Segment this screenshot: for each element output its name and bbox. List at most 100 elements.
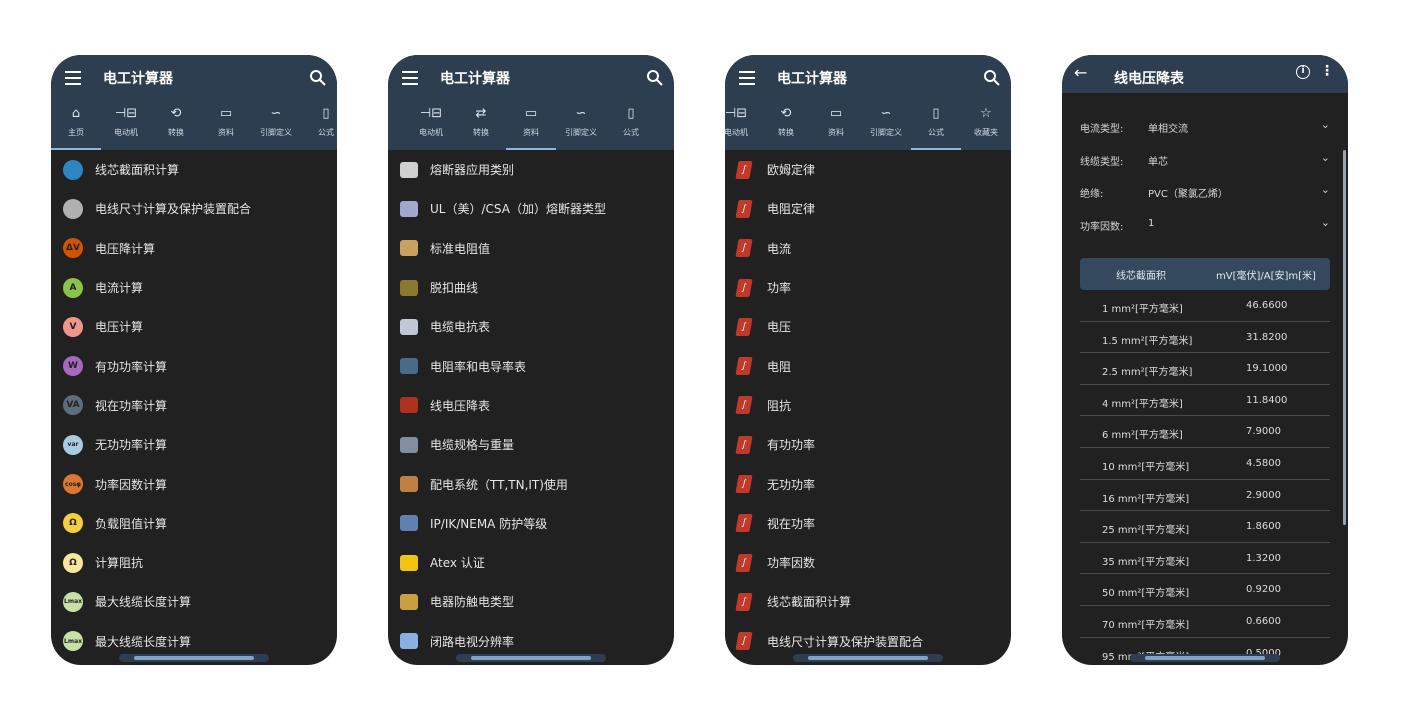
tab-pinout[interactable]: ∽ 引脚定义 [251, 100, 301, 150]
list-item[interactable]: var 无功功率计算 [51, 425, 337, 464]
list-item[interactable]: A 电流计算 [51, 268, 337, 307]
list-item[interactable]: UL（美）/CSA（加）熔断器类型 [388, 189, 674, 228]
list-item[interactable]: ∫ 功率因数 [725, 543, 1011, 582]
calc-icon [63, 159, 83, 180]
list-item[interactable]: Atex 认证 [388, 543, 674, 582]
list-item[interactable]: IP/IK/NEMA 防护等级 [388, 504, 674, 543]
field-value: 单芯 [1148, 156, 1168, 168]
formula-book-icon: ∫ [735, 199, 753, 218]
list-item[interactable]: W 有功功率计算 [51, 346, 337, 385]
cell-drop: 2.9000 [1246, 489, 1281, 501]
list-item-label: 电压降计算 [95, 241, 156, 256]
list-item[interactable]: ∫ 欧姆定律 [725, 150, 1011, 189]
list-item[interactable]: VA 视在功率计算 [51, 386, 337, 425]
formula-book-icon: ∫ [735, 435, 753, 454]
tab-home[interactable]: ⌂ 主页 [51, 100, 101, 150]
list-item[interactable]: 电器防触电类型 [388, 582, 674, 621]
list-item[interactable]: 标准电阻值 [388, 229, 674, 268]
chevron-down-icon: ⌄ [1320, 150, 1330, 164]
list-item-label: 标准电阻值 [430, 241, 491, 256]
list-item[interactable]: ∫ 电阻 [725, 346, 1011, 385]
book-icon: ▯ [932, 106, 940, 121]
field-label: 线缆类型: [1080, 156, 1124, 168]
list-item[interactable]: ∫ 电流 [725, 229, 1011, 268]
select-field[interactable]: 绝缘: PVC（聚氯乙烯） ⌄ [1080, 182, 1330, 202]
tab-motor[interactable]: ⊣⊟ 电动机 [101, 100, 151, 150]
list-item[interactable]: ∫ 无功功率 [725, 464, 1011, 503]
tab-convert[interactable]: ⟲ 转换 [151, 100, 201, 150]
tab-pinout[interactable]: ∽ 引脚定义 [861, 100, 911, 150]
calc-icon: V [63, 316, 83, 337]
tab-formula[interactable]: ▯ 公式 [301, 100, 337, 150]
tab-data[interactable]: ▭ 资料 [811, 100, 861, 150]
cell-area: 10 mm²[平方毫米] [1102, 462, 1190, 473]
list-item[interactable]: V 电压计算 [51, 307, 337, 346]
list-item[interactable]: ∫ 功率 [725, 268, 1011, 307]
more-vert-icon[interactable]: ⋮ [1320, 64, 1334, 78]
list-item[interactable]: 线电压降表 [388, 386, 674, 425]
list-item-label: 电阻 [767, 359, 792, 374]
tab-formula[interactable]: ▯ 公式 [911, 100, 961, 150]
list-item[interactable]: 脱扣曲线 [388, 268, 674, 307]
formula-book-icon: ∫ [735, 553, 753, 572]
info-icon[interactable]: i [1296, 65, 1310, 79]
tab-bar: ⊣⊟ 电动机 ⟲ 转换 ▭ 资料 ∽ 引脚定义 ▯ 公式 ☆ 收藏夹 [725, 100, 1011, 150]
scrollbar[interactable] [1343, 150, 1346, 525]
app-bar: 电工计算器 ⊣⊟ 电动机 ⇄ 转换 ▭ 资料 ∽ 引脚定义 ▯ 公式 [388, 55, 674, 150]
menu-icon[interactable] [739, 71, 755, 85]
list-item[interactable]: 电缆规格与重量 [388, 425, 674, 464]
calc-icon: ΔV [63, 238, 83, 259]
distribution-icon [400, 476, 418, 493]
select-field[interactable]: 功率因数: 1 ⌄ [1080, 215, 1330, 235]
list-item[interactable]: Lmax 最大线缆长度计算 [51, 582, 337, 621]
list-item[interactable]: 配电系统（TT,TN,IT)使用 [388, 464, 674, 503]
convert-icon: ⟲ [170, 106, 182, 121]
cell-area: 1 mm²[平方毫米] [1102, 304, 1183, 315]
cell-area: 6 mm²[平方毫米] [1102, 430, 1183, 442]
list-item[interactable]: Ω 负载阻值计算 [51, 504, 337, 543]
list-item-label: 最大线缆长度计算 [95, 595, 192, 610]
list-item[interactable]: 线芯截面积计算 [51, 150, 337, 189]
list-item-label: 无功功率 [767, 477, 816, 492]
cell-area: 16 mm²[平方毫米] [1102, 493, 1190, 505]
tab-convert[interactable]: ⇄ 转换 [456, 100, 506, 150]
tab-favorites[interactable]: ☆ 收藏夹 [961, 100, 1011, 150]
list-item-label: 脱扣曲线 [430, 281, 479, 296]
list-item-label: 线芯截面积计算 [95, 163, 180, 178]
list-item-label: 熔断器应用类别 [430, 163, 515, 178]
menu-icon[interactable] [402, 71, 418, 85]
list-item[interactable]: 电阻率和电导率表 [388, 346, 674, 385]
tab-motor[interactable]: ⊣⊟ 电动机 [725, 100, 761, 150]
back-arrow-icon[interactable]: ← [1074, 63, 1087, 82]
search-icon[interactable] [309, 69, 327, 87]
list-item[interactable]: ∫ 电阻定律 [725, 189, 1011, 228]
tab-data[interactable]: ▭ 资料 [201, 100, 251, 150]
list-item-label: 阻抗 [767, 398, 792, 413]
list-item[interactable]: ∫ 电压 [725, 307, 1011, 346]
table-row: 10 mm²[平方毫米] 4.5800 [1080, 448, 1330, 480]
menu-icon[interactable] [65, 71, 81, 85]
cell-area: 4 mm²[平方毫米] [1102, 398, 1183, 410]
list-item[interactable]: ∫ 视在功率 [725, 504, 1011, 543]
list-item[interactable]: ΔV 电压降计算 [51, 229, 337, 268]
tab-motor[interactable]: ⊣⊟ 电动机 [406, 100, 456, 150]
tab-data[interactable]: ▭ 资料 [506, 100, 556, 150]
list-item[interactable]: 电缆电抗表 [388, 307, 674, 346]
list-item[interactable]: ∫ 线芯截面积计算 [725, 582, 1011, 621]
select-field[interactable]: 线缆类型: 单芯 ⌄ [1080, 150, 1330, 170]
select-field[interactable]: 电流类型: 单相交流 ⌄ [1080, 117, 1330, 137]
tab-formula[interactable]: ▯ 公式 [606, 100, 656, 150]
wave-icon: ∽ [880, 106, 892, 121]
tab-convert[interactable]: ⟲ 转换 [761, 100, 811, 150]
tab-pinout[interactable]: ∽ 引脚定义 [556, 100, 606, 150]
list-item[interactable]: Ω 计算阻抗 [51, 543, 337, 582]
list-item[interactable]: ∫ 阻抗 [725, 386, 1011, 425]
search-icon[interactable] [983, 69, 1001, 87]
list-item[interactable]: cosφ 功率因数计算 [51, 464, 337, 503]
list-item[interactable]: 电线尺寸计算及保护装置配合 [51, 189, 337, 228]
list-item[interactable]: 熔断器应用类别 [388, 150, 674, 189]
app-bar: 电工计算器 ⌂ 主页 ⊣⊟ 电动机 ⟲ 转换 ▭ 资料 ∽ 引脚定义 ▯ 公式 [51, 55, 337, 150]
list-item[interactable]: ∫ 有功功率 [725, 425, 1011, 464]
search-icon[interactable] [646, 69, 664, 87]
motor-icon: ⊣⊟ [419, 106, 443, 121]
